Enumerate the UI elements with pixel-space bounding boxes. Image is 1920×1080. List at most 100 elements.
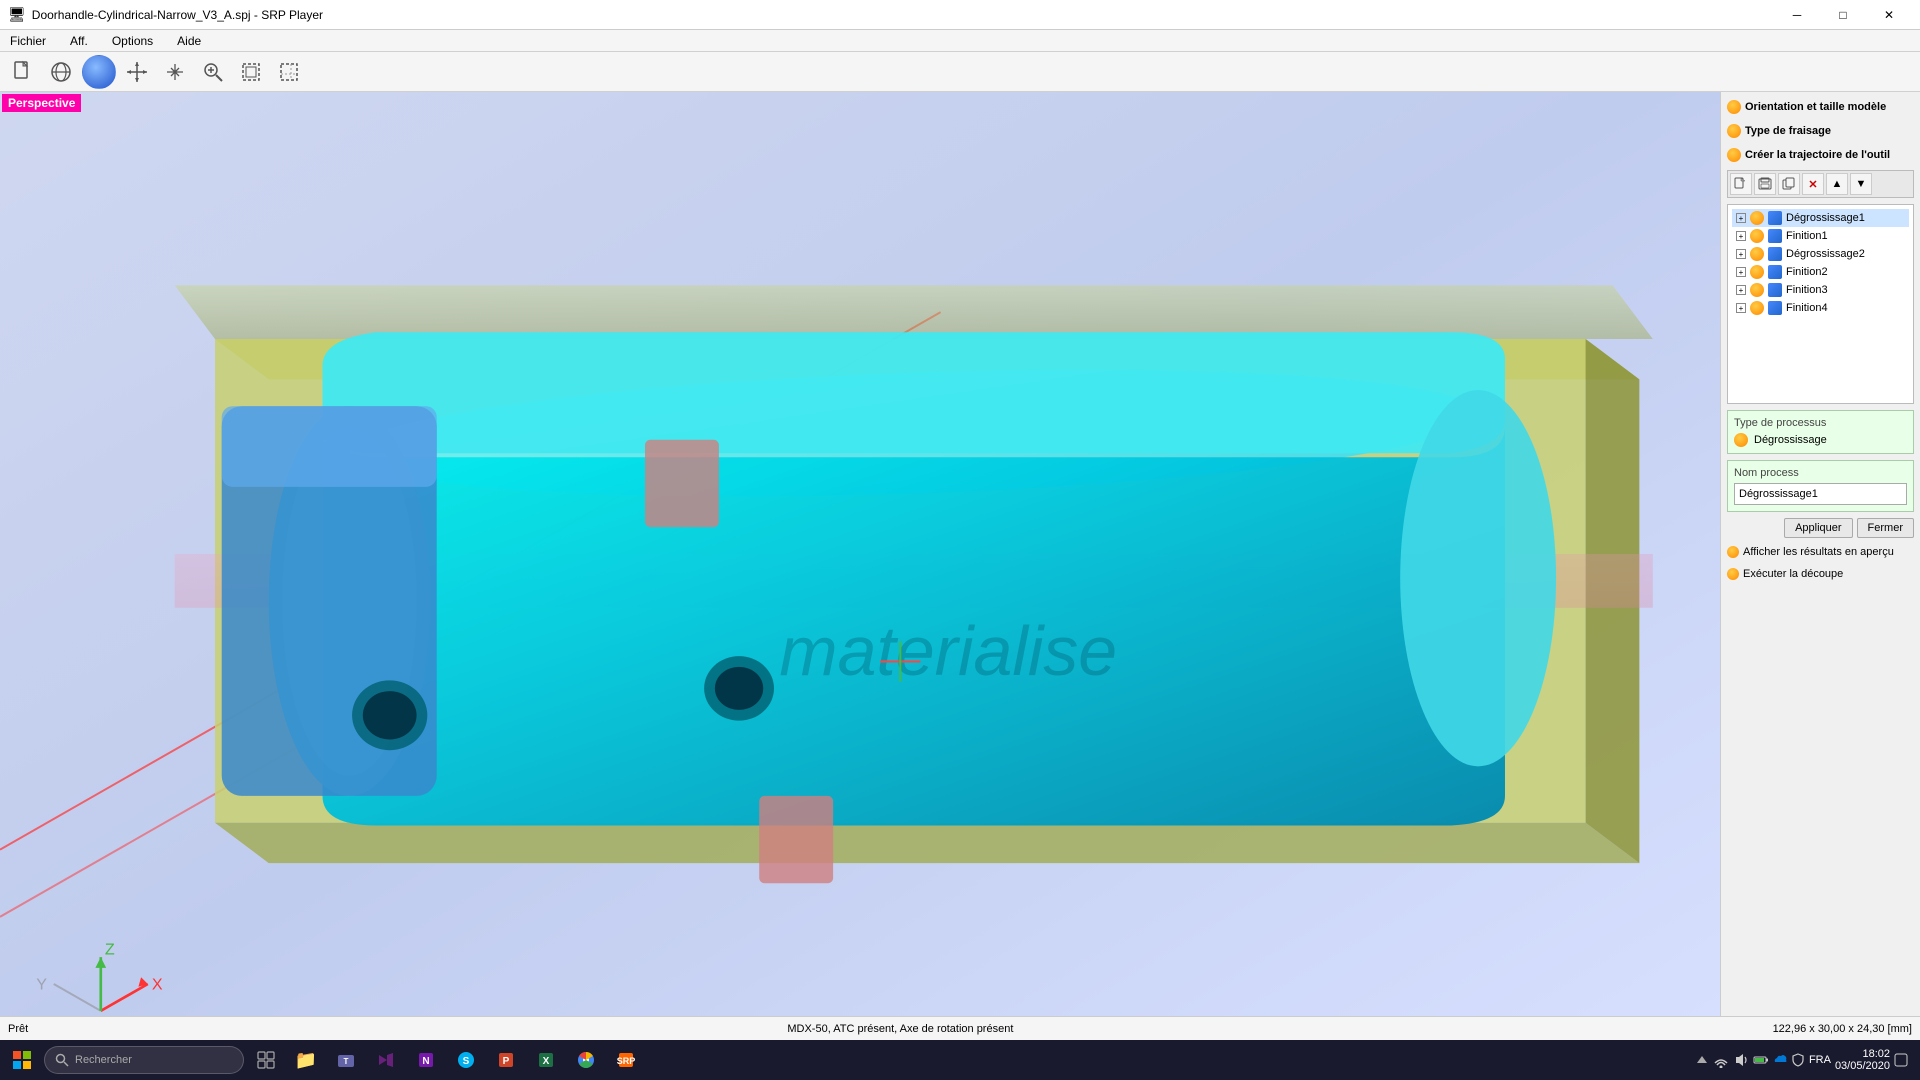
window-title: Doorhandle-Cylindrical-Narrow_V3_A.spj -… [32,8,323,22]
section-fraisage[interactable]: Type de fraisage [1727,122,1914,140]
tree-label-1: Dégrossissage1 [1786,212,1865,224]
tree-icon-3b [1768,247,1782,261]
cut-link-label: Exécuter la découpe [1743,568,1843,580]
tree-expand-6[interactable]: + [1736,303,1746,313]
process-name-input[interactable] [1734,483,1907,505]
right-panel: Orientation et taille modèle Type de fra… [1720,92,1920,1016]
sphere-button[interactable] [82,55,116,89]
menu-options[interactable]: Options [106,32,159,50]
menu-aff[interactable]: Aff. [64,32,94,50]
cut-link-icon [1727,568,1739,580]
tree-item-finition4[interactable]: + Finition4 [1732,299,1909,317]
taskbar-app-explorer[interactable]: 📁 [288,1042,324,1078]
close-button[interactable]: ✕ [1866,0,1912,30]
tree-item-finition3[interactable]: + Finition3 [1732,281,1909,299]
tree-expand-1[interactable]: + [1736,213,1746,223]
tree-item-finition1[interactable]: + Finition1 [1732,227,1909,245]
tree-icon-1 [1750,211,1764,225]
date-display: 03/05/2020 [1835,1060,1890,1072]
taskbar-search[interactable]: Rechercher [44,1046,244,1074]
tree-delete-btn[interactable]: ✕ [1802,173,1824,195]
preview-link-label: Afficher les résultats en aperçu [1743,546,1894,558]
tree-copy-btn[interactable] [1778,173,1800,195]
taskbar-app-onenote[interactable]: N [408,1042,444,1078]
process-type-value: Dégrossissage [1754,434,1827,446]
svg-text:Z: Z [105,940,115,958]
tree-item-degrossissage2[interactable]: + Dégrossissage2 [1732,245,1909,263]
titlebar: 🖥 Doorhandle-Cylindrical-Narrow_V3_A.spj… [0,0,1920,30]
cut-link[interactable]: Exécuter la découpe [1727,566,1914,582]
maximize-button[interactable]: □ [1820,0,1866,30]
status-right: 122,96 x 30,00 x 24,30 [mm] [1773,1023,1912,1035]
tree-save-btn[interactable] [1754,173,1776,195]
tree-icon-1b [1768,211,1782,225]
lang-indicator: FRA [1809,1054,1831,1066]
process-type-section: Type de processus Dégrossissage [1727,410,1914,454]
tree-expand-5[interactable]: + [1736,285,1746,295]
svg-text:X: X [152,975,163,993]
svg-text:Y: Y [36,975,47,993]
onedrive-icon [1773,1053,1787,1067]
tree-icon-4 [1750,265,1764,279]
section-icon-2 [1727,124,1741,138]
task-view-button[interactable] [248,1042,284,1078]
chevron-up-icon[interactable] [1695,1053,1709,1067]
status-center: MDX-50, ATC présent, Axe de rotation pré… [787,1023,1013,1035]
tree-expand-4[interactable]: + [1736,267,1746,277]
preview-link[interactable]: Afficher les résultats en aperçu [1727,544,1914,560]
taskbar-time: 18:02 03/05/2020 [1835,1048,1890,1072]
tree-icon-2b [1768,229,1782,243]
notification-icon[interactable] [1894,1053,1908,1067]
titlebar-left: 🖥 Doorhandle-Cylindrical-Narrow_V3_A.spj… [8,6,323,23]
svg-text:materialise: materialise [779,612,1117,690]
taskbar-app-teams[interactable]: T [328,1042,364,1078]
security-icon [1791,1053,1805,1067]
new-button[interactable] [6,55,40,89]
process-type-icon [1734,433,1748,447]
menu-fichier[interactable]: Fichier [4,32,52,50]
tree-icon-2 [1750,229,1764,243]
process-type-label: Type de processus [1734,417,1907,429]
menu-aide[interactable]: Aide [171,32,207,50]
model-svg: materialise [0,92,1720,1016]
fit-button[interactable] [234,55,268,89]
status-left: Prêt [8,1023,28,1035]
tree-new-btn[interactable] [1730,173,1752,195]
apply-button[interactable]: Appliquer [1784,518,1852,538]
taskbar-app-srpplayer[interactable]: SRP [608,1042,644,1078]
taskbar-app-skype[interactable]: S [448,1042,484,1078]
svg-text:S: S [463,1056,470,1067]
move-button[interactable] [120,55,154,89]
section-icon-3 [1727,148,1741,162]
tree-down-btn[interactable]: ▼ [1850,173,1872,195]
network-icon [1713,1052,1729,1068]
tree-up-btn[interactable]: ▲ [1826,173,1848,195]
taskbar-app-vs[interactable] [368,1042,404,1078]
svg-text:X: X [543,1056,550,1067]
taskbar-app-powerpoint[interactable]: P [488,1042,524,1078]
zoom-button[interactable] [196,55,230,89]
tree-expand-3[interactable]: + [1736,249,1746,259]
tree-item-finition2[interactable]: + Finition2 [1732,263,1909,281]
viewport[interactable]: Perspective [0,92,1720,1016]
tree-icon-3 [1750,247,1764,261]
taskbar-app-chrome[interactable] [568,1042,604,1078]
select-button[interactable] [272,55,306,89]
svg-text:SRP: SRP [617,1056,635,1066]
globe-button[interactable] [44,55,78,89]
section-orientation[interactable]: Orientation et taille modèle [1727,98,1914,116]
pan-button[interactable] [158,55,192,89]
tree-icon-5b [1768,283,1782,297]
app-icon: 🖥 [8,6,26,23]
section-trajectoire[interactable]: Créer la trajectoire de l'outil [1727,146,1914,164]
windows-taskbar: Rechercher 📁 T N S P X SRP [0,1040,1920,1080]
start-button[interactable] [4,1042,40,1078]
close-panel-button[interactable]: Fermer [1857,518,1914,538]
taskbar-app-excel[interactable]: X [528,1042,564,1078]
tree-expand-2[interactable]: + [1736,231,1746,241]
minimize-button[interactable]: ─ [1774,0,1820,30]
tree-label-4: Finition2 [1786,266,1828,278]
section-2-label: Type de fraisage [1745,125,1831,137]
tree-item-degrossissage1[interactable]: + Dégrossissage1 [1732,209,1909,227]
titlebar-controls[interactable]: ─ □ ✕ [1774,0,1912,30]
